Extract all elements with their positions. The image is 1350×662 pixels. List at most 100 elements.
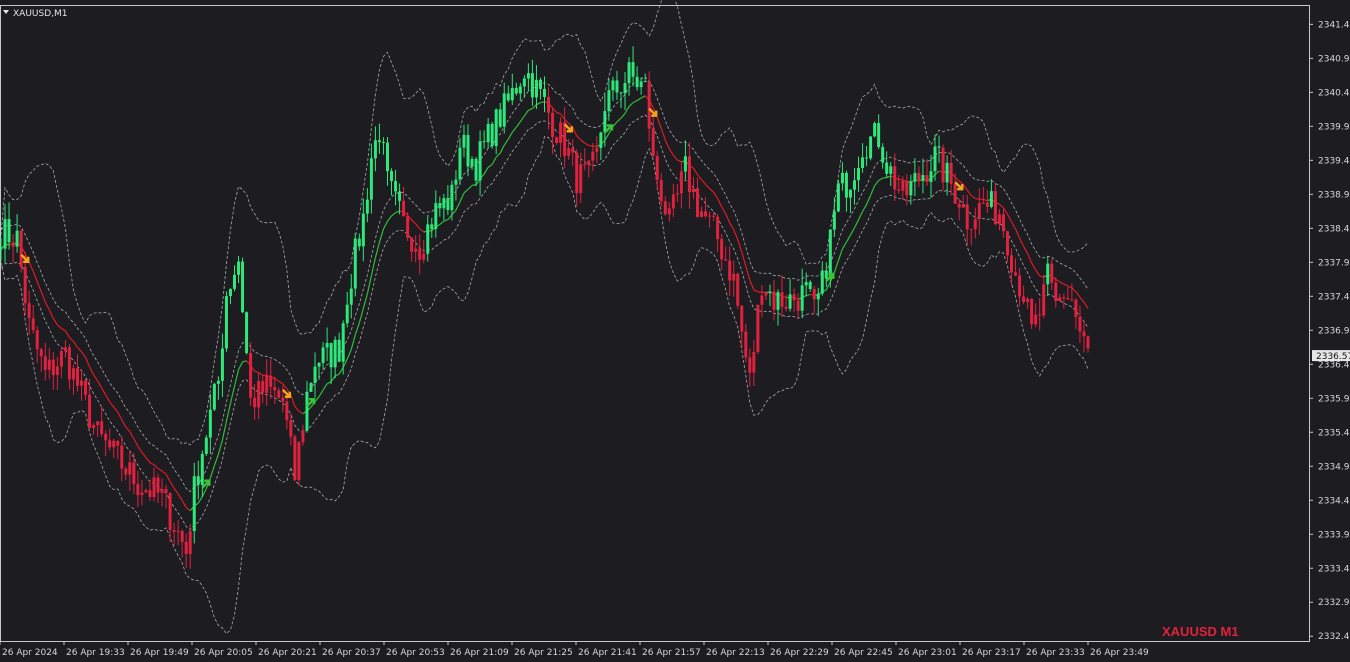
- ma-segment: [672, 154, 678, 161]
- ma-segment: [560, 113, 566, 120]
- candle-body: [305, 391, 309, 431]
- ma-segment: [145, 457, 151, 464]
- candle-body: [349, 288, 353, 305]
- candle-body: [265, 375, 269, 393]
- candle-body: [184, 541, 188, 554]
- candle-body: [526, 73, 530, 79]
- candle-body: [973, 219, 977, 230]
- candle-body: [869, 136, 873, 159]
- ma-segment: [129, 431, 135, 440]
- ma-segment: [833, 260, 839, 273]
- candle-body: [909, 181, 913, 196]
- ma-segment: [137, 445, 143, 453]
- ma-segment: [934, 170, 940, 176]
- ma-segment: [709, 188, 714, 193]
- ma-segment: [330, 375, 336, 382]
- ma-segment: [419, 228, 425, 233]
- ma-segment: [677, 159, 682, 163]
- ma-segment: [853, 219, 860, 229]
- ma-segment: [411, 219, 417, 225]
- ma-segment: [64, 330, 70, 338]
- candle-body: [1001, 214, 1005, 232]
- x-tick-label: 26 Apr 2024: [2, 648, 58, 658]
- candle-body: [176, 531, 180, 533]
- time-axis: 26 Apr 2024 26 Apr 19:33 26 Apr 19:49 26 Ap…: [0, 641, 1149, 658]
- ma-segment: [874, 180, 880, 187]
- candle-body: [861, 157, 865, 168]
- y-tick-label: 2338.45: [1318, 224, 1350, 234]
- candle-body: [237, 261, 241, 275]
- candle-body: [257, 381, 261, 408]
- candle-body: [732, 273, 736, 281]
- candle-body: [792, 294, 796, 301]
- candle-body: [675, 193, 679, 195]
- candle-body: [651, 128, 655, 157]
- candle-body: [67, 347, 71, 380]
- candle-body: [1042, 284, 1046, 316]
- candle-body: [0, 248, 3, 250]
- y-tick-label: 2339.95: [1318, 122, 1350, 132]
- ma-segment: [1027, 253, 1033, 264]
- candle-body: [1026, 298, 1030, 302]
- candle-body: [555, 137, 559, 143]
- chart-window[interactable]: 2341.45 2340.95 2340.45 2339.95 2339.45 2338.…: [0, 0, 1350, 662]
- candle-body: [530, 73, 534, 98]
- y-tick-label: 2340.45: [1318, 88, 1350, 98]
- candle-body: [249, 353, 253, 398]
- candle-body: [88, 394, 92, 429]
- ma-segment: [298, 410, 304, 415]
- candle-body: [333, 339, 337, 368]
- candle-body: [124, 468, 128, 475]
- candle-body: [712, 215, 716, 217]
- candle-body: [51, 359, 55, 376]
- candles: [0, 46, 1090, 569]
- ma-segment: [588, 144, 593, 147]
- candle-body: [188, 531, 192, 554]
- candle-body: [611, 80, 615, 91]
- ma-segment: [77, 347, 82, 353]
- ma-segment: [117, 411, 123, 421]
- candle-body: [414, 248, 418, 252]
- ma-segment: [113, 406, 119, 413]
- ma-segment: [81, 351, 87, 358]
- candle-body: [71, 368, 75, 380]
- candle-body: [1018, 275, 1022, 297]
- candle-body: [164, 489, 168, 494]
- candle-body: [752, 351, 756, 373]
- candle-body: [281, 397, 285, 402]
- candle-body: [148, 490, 152, 498]
- ma-segment: [93, 374, 99, 382]
- x-tick-label: 26 Apr 21:41: [578, 648, 637, 658]
- inner-band-lower: [0, 114, 1089, 531]
- candle-body: [470, 159, 474, 167]
- ma-segment: [181, 500, 187, 508]
- candle-body: [361, 213, 365, 247]
- candle-body: [736, 273, 740, 306]
- candle-body: [687, 156, 691, 193]
- candle-body: [23, 266, 27, 304]
- y-tick-label: 2340.95: [1318, 54, 1350, 64]
- ma-segment: [705, 184, 710, 190]
- candle-body: [969, 229, 973, 231]
- candle-body: [957, 203, 961, 208]
- ma-segment: [552, 107, 558, 113]
- ma-segment: [382, 221, 389, 230]
- ma-segment: [362, 293, 368, 309]
- candle-body: [1070, 299, 1074, 301]
- candle-body: [337, 339, 341, 362]
- candle-body: [844, 172, 848, 198]
- candle-body: [245, 312, 249, 354]
- candle-body: [55, 366, 59, 376]
- price-chart[interactable]: 2341.45 2340.95 2340.45 2339.95 2339.45 2338.…: [0, 0, 1350, 662]
- candle-body: [961, 204, 965, 208]
- ma-segment: [217, 440, 224, 455]
- y-tick-label: 2333.45: [1318, 564, 1350, 574]
- ma-segment: [1063, 283, 1069, 287]
- candle-body: [498, 109, 502, 127]
- candle-body: [691, 188, 695, 193]
- triangle-down-icon[interactable]: [3, 10, 9, 14]
- ma-segment: [1014, 228, 1021, 239]
- ma-segment: [737, 239, 743, 253]
- candle-body: [627, 62, 631, 84]
- chart-title[interactable]: XAUUSD,M1: [3, 9, 68, 19]
